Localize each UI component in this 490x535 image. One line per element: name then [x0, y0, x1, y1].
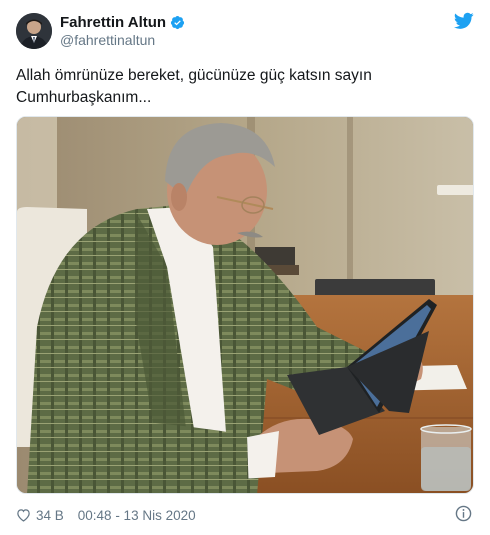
tweet-card: Fahrettin Altun @fahrettinaltun Allah öm… — [0, 0, 490, 535]
avatar[interactable] — [16, 13, 52, 49]
tweet-text-line-2: Cumhurbaşkanım... — [16, 89, 152, 106]
twitter-bird-icon[interactable] — [453, 12, 474, 30]
tweet-timestamp[interactable]: 00:48 - 13 Nis 2020 — [78, 508, 196, 523]
heart-icon[interactable] — [16, 508, 31, 522]
tweet-text: Allah ömrünüze bereket, gücünüze güç kat… — [16, 65, 456, 109]
tweet-text-line-1: Allah ömrünüze bereket, gücünüze güç kat… — [16, 67, 372, 84]
tweet-photo[interactable] — [16, 116, 474, 494]
like-count[interactable]: 34 B — [36, 508, 64, 523]
tweet-footer: 34 B 00:48 - 13 Nis 2020 — [16, 506, 196, 524]
verified-badge-icon — [170, 15, 185, 30]
author-handle[interactable]: @fahrettinaltun — [60, 32, 155, 48]
author-name-row[interactable]: Fahrettin Altun — [60, 13, 185, 31]
info-icon[interactable] — [455, 505, 472, 522]
author-display-name[interactable]: Fahrettin Altun — [60, 14, 166, 31]
